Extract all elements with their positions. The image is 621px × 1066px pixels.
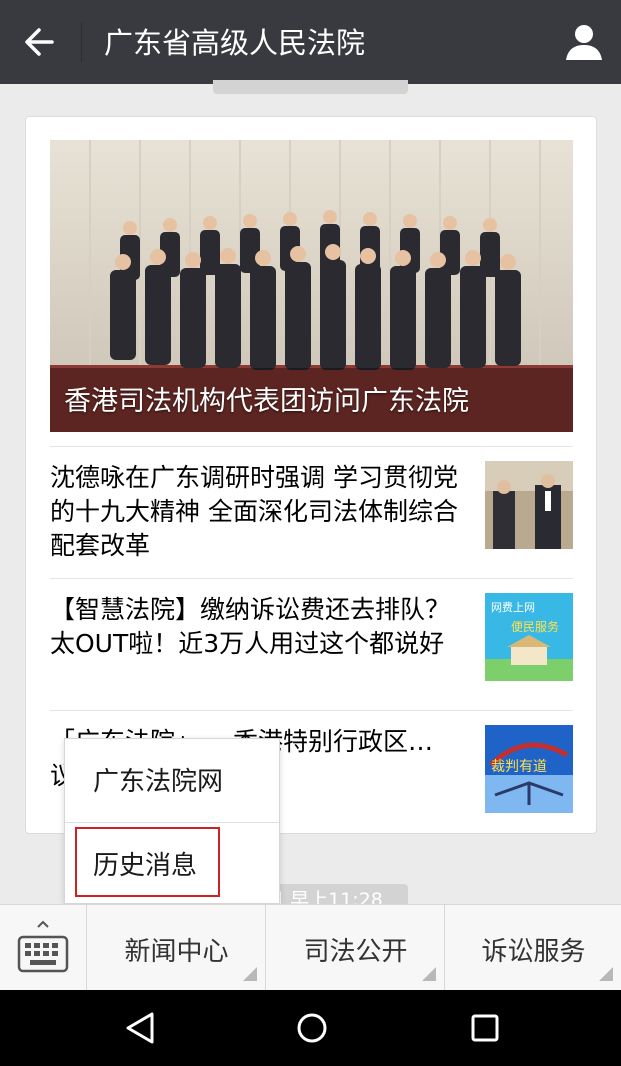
system-home-button[interactable] (282, 1004, 342, 1052)
submenu-indicator-icon (599, 967, 613, 981)
menu-button-label: 新闻中心 (124, 937, 229, 967)
menu-button-label: 司法公开 (303, 937, 408, 967)
arrow-left-icon (25, 28, 54, 56)
timestamp-pill-top (213, 80, 408, 94)
submenu-indicator-icon (243, 967, 257, 981)
thumb-caption: 裁判有道 (491, 759, 547, 775)
article-card[interactable]: 香港司法机构代表团访问广东法院 沈德咏在广东调研时强调 学习贯彻党的十九大精神 … (25, 116, 597, 834)
triangle-back-icon (126, 1012, 154, 1044)
cover-title: 香港司法机构代表团访问广东法院 (64, 386, 469, 417)
article-thumbnail: 网费上网 便民服务 (485, 593, 573, 681)
system-recents-button[interactable] (455, 1004, 515, 1052)
header-divider (81, 22, 82, 62)
page-title: 广东省高级人民法院 (104, 26, 366, 60)
keyboard-icon (17, 920, 69, 973)
article-item-title: 【智慧法院】缴纳诉讼费还去排队？太OUT啦！近3万人用过这个都说好 (50, 595, 451, 658)
article-thumbnail (485, 461, 573, 549)
top-app-bar: 广东省高级人民法院 (0, 0, 621, 84)
menu-button-news-center[interactable]: 新闻中心 (88, 905, 266, 991)
article-thumbnail: 裁判有道 (485, 725, 573, 813)
article-item[interactable]: 沈德咏在广东调研时强调 学习贯彻党的十九大精神 全面深化司法体制综合配套改革 (50, 446, 573, 578)
submenu-item-court-website[interactable]: 广东法院网 (65, 739, 279, 821)
submenu-indicator-icon (422, 967, 436, 981)
highlight-box (75, 827, 220, 897)
article-item[interactable]: 【智慧法院】缴纳诉讼费还去排队？太OUT啦！近3万人用过这个都说好 网费上网 便… (50, 578, 573, 710)
profile-button[interactable] (560, 18, 608, 66)
menu-button-label: 诉讼服务 (481, 937, 586, 967)
system-back-button[interactable] (110, 1004, 170, 1052)
back-button[interactable] (14, 18, 66, 66)
submenu-popup: 广东法院网 历史消息 (64, 738, 280, 904)
menu-button-litigation-services[interactable]: 诉讼服务 (446, 905, 621, 991)
article-item-title: 沈德咏在广东调研时强调 学习贯彻党的十九大精神 全面深化司法体制综合配套改革 (50, 463, 458, 560)
person-icon (566, 25, 602, 60)
circle-home-icon (297, 1013, 327, 1043)
system-navigation-bar (0, 990, 621, 1066)
thumb-caption-2: 便民服务 (511, 619, 559, 634)
square-recents-icon (471, 1014, 499, 1042)
submenu-item-label: 广东法院网 (93, 767, 224, 797)
bottom-menu-bar: 新闻中心 司法公开 诉讼服务 (0, 904, 621, 991)
menu-button-judicial-openness[interactable]: 司法公开 (267, 905, 445, 991)
keyboard-toggle-button[interactable] (0, 905, 87, 991)
thumb-caption-1: 网费上网 (491, 601, 535, 614)
cover-article[interactable]: 香港司法机构代表团访问广东法院 (50, 140, 573, 432)
